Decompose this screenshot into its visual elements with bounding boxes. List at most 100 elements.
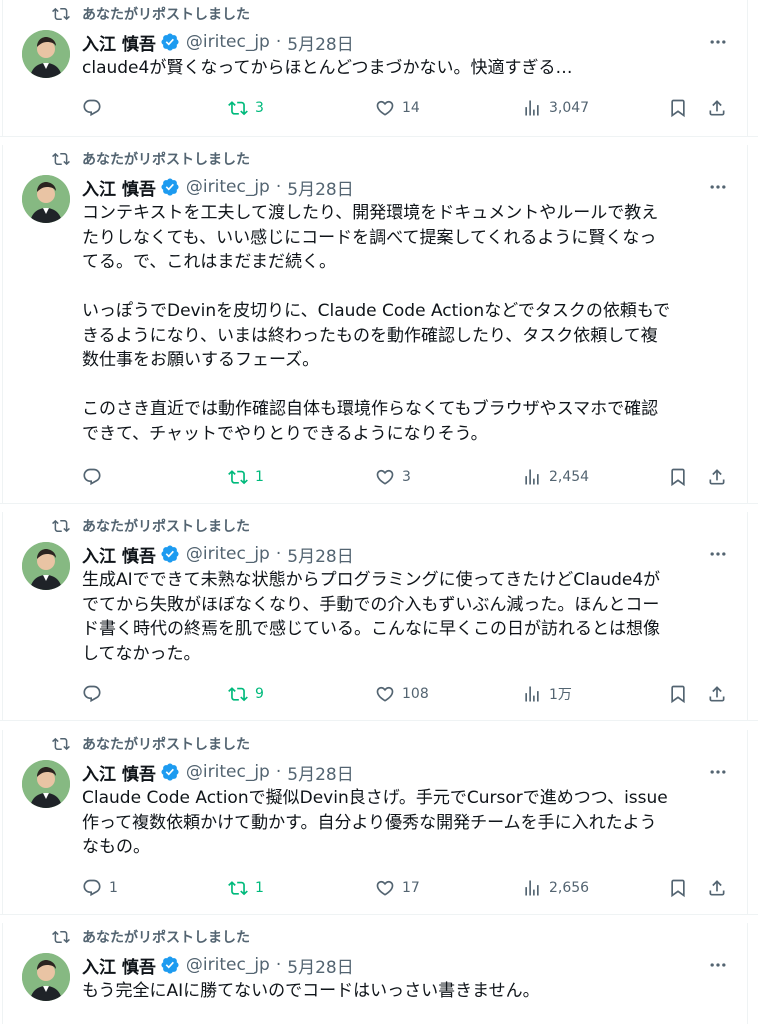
post[interactable]: あなたがリポストしました 入江 慎吾 @iritec_jp · 5月28日 もう…	[0, 923, 758, 1024]
separator-dot: ·	[275, 32, 282, 52]
post-header: 入江 慎吾 @iritec_jp · 5月28日	[82, 953, 354, 978]
action-bar: 3 14 3,047	[82, 96, 732, 120]
more-icon[interactable]	[706, 542, 730, 566]
author-name[interactable]: 入江 慎吾	[82, 953, 156, 978]
repost-icon	[52, 152, 70, 166]
repost-label: あなたがリポストしました	[82, 737, 250, 753]
share-icon	[709, 686, 725, 702]
repost-count: 1	[255, 880, 264, 896]
more-icon[interactable]	[706, 760, 730, 784]
views-count: 2,454	[549, 469, 590, 485]
author-handle[interactable]: @iritec_jp	[186, 544, 270, 564]
views-button[interactable]: 2,656	[522, 876, 589, 900]
verified-badge-icon	[161, 33, 179, 51]
reply-button[interactable]	[82, 682, 109, 706]
views-count: 2,656	[549, 880, 590, 896]
bookmark-button[interactable]	[668, 96, 688, 120]
like-button[interactable]: 3	[375, 465, 411, 489]
post-date[interactable]: 5月28日	[287, 30, 353, 55]
more-icon[interactable]	[706, 30, 730, 54]
repost-count: 9	[255, 686, 264, 702]
author-name[interactable]: 入江 慎吾	[82, 30, 156, 55]
post-date[interactable]: 5月28日	[287, 175, 353, 200]
views-button[interactable]: 2,454	[522, 465, 589, 489]
like-count: 14	[402, 100, 420, 116]
post-date[interactable]: 5月28日	[287, 760, 353, 785]
share-icon	[709, 100, 725, 116]
reply-icon	[83, 879, 101, 897]
bookmark-button[interactable]	[668, 465, 688, 489]
repost-count: 1	[255, 469, 264, 485]
post[interactable]: あなたがリポストしました 入江 慎吾 @iritec_jp · 5月28日 生成…	[0, 512, 758, 721]
post-date[interactable]: 5月28日	[287, 542, 353, 567]
avatar[interactable]	[22, 175, 70, 223]
post[interactable]: あなたがリポストしました 入江 慎吾 @iritec_jp · 5月28日 Cl…	[0, 730, 758, 915]
divider	[747, 512, 748, 720]
share-button[interactable]	[707, 876, 727, 900]
like-button[interactable]: 17	[375, 876, 420, 900]
like-button[interactable]: 14	[375, 96, 420, 120]
separator-dot: ·	[275, 762, 282, 782]
author-handle[interactable]: @iritec_jp	[186, 177, 270, 197]
repost-button[interactable]: 9	[228, 682, 264, 706]
views-button[interactable]: 3,047	[522, 96, 589, 120]
more-icon[interactable]	[706, 175, 730, 199]
divider	[2, 0, 3, 136]
post-header: 入江 慎吾 @iritec_jp · 5月28日	[82, 760, 354, 785]
post[interactable]: あなたがリポストしました 入江 慎吾 @iritec_jp · 5月28日 cl…	[0, 0, 758, 137]
author-handle[interactable]: @iritec_jp	[186, 955, 270, 975]
repost-button[interactable]: 3	[228, 96, 264, 120]
avatar[interactable]	[22, 542, 70, 590]
repost-label: あなたがリポストしました	[82, 7, 250, 23]
avatar[interactable]	[22, 953, 70, 1001]
verified-badge-icon	[161, 545, 179, 563]
post-text: 生成AIでできて未熟な状態からプログラミングに使ってきたけどClaude4が で…	[82, 570, 661, 664]
bookmark-icon	[671, 685, 685, 704]
post-text: Claude Code Actionで擬似Devin良さげ。手元でCursorで…	[82, 788, 668, 857]
like-icon	[376, 469, 394, 485]
post-header: 入江 慎吾 @iritec_jp · 5月28日	[82, 542, 354, 567]
reply-button[interactable]	[82, 465, 109, 489]
divider	[2, 730, 3, 914]
avatar[interactable]	[22, 30, 70, 78]
bookmark-button[interactable]	[668, 682, 688, 706]
repost-button[interactable]: 1	[228, 876, 264, 900]
avatar[interactable]	[22, 760, 70, 808]
like-button[interactable]: 108	[375, 682, 429, 706]
repost-indicator: あなたがリポストしました	[52, 149, 250, 169]
bookmark-button[interactable]	[668, 876, 688, 900]
author-name[interactable]: 入江 慎吾	[82, 542, 156, 567]
post-date[interactable]: 5月28日	[287, 953, 353, 978]
separator-dot: ·	[275, 177, 282, 197]
author-name[interactable]: 入江 慎吾	[82, 760, 156, 785]
repost-indicator: あなたがリポストしました	[52, 4, 250, 24]
views-icon	[525, 880, 539, 896]
share-button[interactable]	[707, 465, 727, 489]
repost-icon	[52, 737, 70, 751]
reply-button[interactable]: 1	[82, 876, 118, 900]
action-bar: 1 1 17 2,656	[82, 876, 732, 900]
repost-icon	[52, 7, 70, 21]
like-count: 108	[402, 686, 429, 702]
share-icon	[709, 880, 725, 896]
author-handle[interactable]: @iritec_jp	[186, 762, 270, 782]
repost-button[interactable]: 1	[228, 465, 264, 489]
author-name[interactable]: 入江 慎吾	[82, 175, 156, 200]
divider	[2, 145, 3, 503]
verified-badge-icon	[161, 763, 179, 781]
reply-button[interactable]	[82, 96, 109, 120]
repost-label: あなたがリポストしました	[82, 152, 250, 168]
post[interactable]: あなたがリポストしました 入江 慎吾 @iritec_jp · 5月28日 コン…	[0, 145, 758, 504]
share-button[interactable]	[707, 682, 727, 706]
views-icon	[525, 686, 539, 702]
repost-icon	[52, 930, 70, 944]
reply-icon	[83, 99, 101, 117]
share-button[interactable]	[707, 96, 727, 120]
divider	[2, 923, 3, 1024]
author-handle[interactable]: @iritec_jp	[186, 32, 270, 52]
post-text: もう完全にAIに勝てないのでコードはいっさい書きません。	[82, 981, 540, 1001]
more-icon[interactable]	[706, 953, 730, 977]
views-button[interactable]: 1万	[522, 682, 572, 706]
share-icon	[709, 469, 725, 485]
reply-count: 1	[109, 880, 118, 896]
